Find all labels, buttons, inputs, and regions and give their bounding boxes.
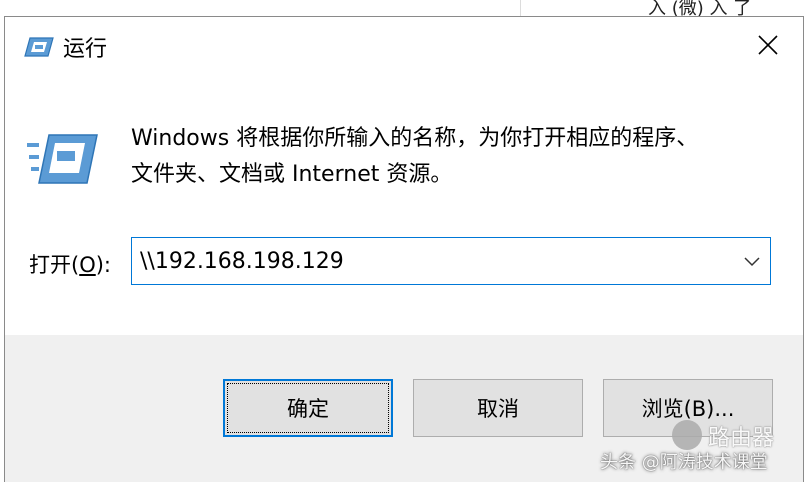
open-combobox[interactable]	[131, 237, 771, 285]
title-bar[interactable]: 运行	[5, 17, 803, 79]
watermark: 路由器 头条 @阿涛技术课堂	[596, 418, 808, 482]
chevron-down-icon	[744, 252, 760, 271]
cancel-button[interactable]: 取消	[413, 379, 583, 437]
dropdown-button[interactable]	[734, 238, 770, 284]
open-input[interactable]	[132, 238, 732, 284]
close-button[interactable]	[745, 27, 791, 67]
open-label-prefix: 打开(	[29, 253, 80, 277]
run-icon	[23, 36, 55, 58]
watermark-logo-icon	[672, 420, 702, 450]
background-divider	[520, 0, 521, 16]
open-label: 打开(O):	[29, 249, 111, 279]
description-line-2: 文件夹、文档或 Internet 资源。	[131, 162, 453, 187]
close-icon	[757, 34, 779, 60]
dialog-content: Windows 将根据你所输入的名称，为你打开相应的程序、 文件夹、文档或 In…	[5, 79, 803, 335]
description-line-1: Windows 将根据你所输入的名称，为你打开相应的程序、	[131, 126, 699, 151]
window-title: 运行	[63, 37, 108, 62]
description: Windows 将根据你所输入的名称，为你打开相应的程序、 文件夹、文档或 In…	[131, 121, 781, 193]
open-label-suffix: ):	[95, 253, 112, 277]
run-dialog: 运行 Windows 将根据你所输入的名称，为你打开相应的程序、 文件夹、文档或…	[4, 16, 804, 482]
run-large-icon	[27, 133, 99, 187]
watermark-text: 头条 @阿涛技术课堂	[600, 452, 768, 473]
ok-button[interactable]: 确定	[223, 379, 393, 437]
open-label-accelerator: O	[79, 253, 96, 277]
background-page: 入 (微) 入 了	[0, 0, 808, 19]
